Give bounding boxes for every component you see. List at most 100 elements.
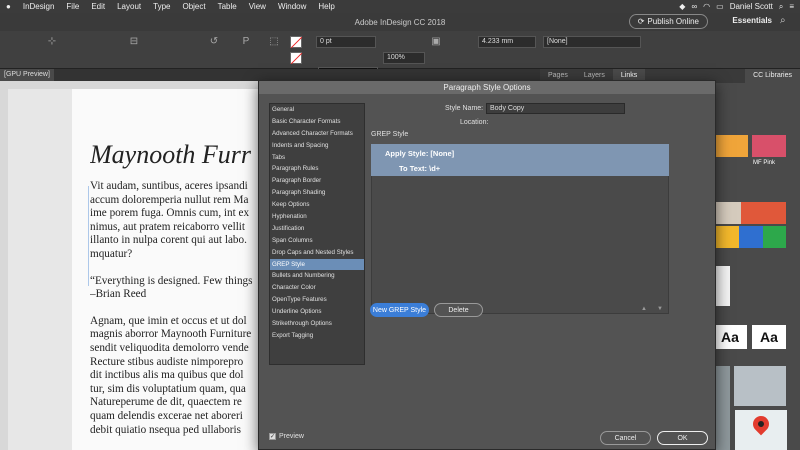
image-thumbnail[interactable] bbox=[734, 366, 786, 406]
app-title: Adobe InDesign CC 2018 bbox=[354, 17, 446, 27]
nav-span-columns[interactable]: Span Columns bbox=[270, 235, 364, 247]
page-heading: Maynooth Furr bbox=[90, 140, 252, 169]
publish-online-button[interactable]: ⟳ Publish Online bbox=[628, 14, 708, 29]
map-pin-icon bbox=[749, 412, 773, 436]
app-title-bar: Adobe InDesign CC 2018 ⟳ Publish Online … bbox=[0, 13, 800, 31]
char-style-aa-2[interactable]: Aa bbox=[752, 325, 786, 349]
nav-paragraph-rules[interactable]: Paragraph Rules bbox=[270, 163, 364, 175]
body-line: Agnam, que imin et occus et ut dol bbox=[90, 314, 247, 327]
char-style-aa-1[interactable]: Aa bbox=[713, 325, 747, 349]
nav-tabs[interactable]: Tabs bbox=[270, 152, 364, 164]
grep-apply-style[interactable]: Apply Style: [None] bbox=[385, 149, 454, 158]
dropbox-icon[interactable]: ◆ bbox=[679, 2, 685, 11]
nav-underline-options[interactable]: Underline Options bbox=[270, 306, 364, 318]
fitting-icon[interactable]: ▣ bbox=[430, 36, 442, 48]
object-style-dropdown[interactable]: [None] bbox=[543, 36, 641, 48]
menu-view[interactable]: View bbox=[249, 2, 266, 11]
text-frame-edge bbox=[88, 186, 89, 286]
apple-menu-icon[interactable]: ● bbox=[6, 2, 11, 11]
nav-keep-options[interactable]: Keep Options bbox=[270, 199, 364, 211]
body-line: Natureperume de dit, quaectem re bbox=[90, 396, 242, 409]
body-line: tur, sim dis voluptatium quam, qua bbox=[90, 382, 246, 395]
menu-layout[interactable]: Layout bbox=[117, 2, 141, 11]
menu-edit[interactable]: Edit bbox=[91, 2, 105, 11]
menu-window[interactable]: Window bbox=[278, 2, 306, 11]
fill-swatch[interactable] bbox=[290, 36, 302, 48]
nav-export-tagging[interactable]: Export Tagging bbox=[270, 330, 364, 342]
cc-icon[interactable]: ∞ bbox=[691, 2, 697, 11]
map-thumbnail[interactable] bbox=[735, 410, 787, 450]
nav-opentype-features[interactable]: OpenType Features bbox=[270, 294, 364, 306]
text-style-thumbnail[interactable] bbox=[716, 266, 730, 306]
grep-to-text[interactable]: To Text: \d+ bbox=[399, 164, 440, 173]
nav-paragraph-shading[interactable]: Paragraph Shading bbox=[270, 187, 364, 199]
search-icon[interactable]: ⌕ bbox=[779, 2, 783, 12]
swatch-red-orange[interactable] bbox=[741, 202, 786, 224]
preview-checkbox[interactable]: ✓ bbox=[269, 433, 276, 440]
swatch-mf-pink[interactable] bbox=[752, 135, 786, 157]
menu-file[interactable]: File bbox=[66, 2, 79, 11]
ok-button[interactable]: OK bbox=[657, 431, 708, 445]
delete-button[interactable]: Delete bbox=[434, 303, 483, 317]
nav-bullets-and-numbering[interactable]: Bullets and Numbering bbox=[270, 270, 364, 282]
body-line: Recture stibus audiste nimporepro bbox=[90, 355, 244, 368]
swatch-label: MF Pink bbox=[753, 160, 776, 166]
wifi-icon[interactable]: ◠ bbox=[703, 2, 710, 11]
nav-character-color[interactable]: Character Color bbox=[270, 282, 364, 294]
nav-paragraph-border[interactable]: Paragraph Border bbox=[270, 175, 364, 187]
workspace-switcher[interactable]: Essentials bbox=[732, 16, 772, 25]
style-name-label: Style Name: bbox=[445, 105, 484, 112]
body-line: accum doloremperia nullut rem Ma bbox=[90, 193, 249, 206]
app-search-icon[interactable]: ⌕ bbox=[780, 15, 794, 29]
nav-hyphenation[interactable]: Hyphenation bbox=[270, 211, 364, 223]
tab-cc-libraries[interactable]: CC Libraries bbox=[745, 69, 800, 83]
menu-help[interactable]: Help bbox=[318, 2, 334, 11]
stroke-weight-field[interactable]: 0 pt bbox=[316, 36, 376, 48]
menu-indesign[interactable]: InDesign bbox=[23, 2, 55, 11]
nav-basic-character-formats[interactable]: Basic Character Formats bbox=[270, 116, 364, 128]
swatch-yellow[interactable] bbox=[716, 226, 739, 248]
menu-table[interactable]: Table bbox=[218, 2, 237, 11]
battery-icon[interactable]: ▭ bbox=[716, 2, 724, 11]
body-line: Vit audam, suntibus, aceres ipsandi bbox=[90, 180, 248, 192]
user-name[interactable]: Daniel Scott bbox=[730, 2, 773, 11]
rotate-icon[interactable]: ↺ bbox=[208, 36, 220, 48]
image-thumbnail[interactable] bbox=[716, 366, 730, 450]
style-name-input[interactable]: Body Copy bbox=[486, 103, 625, 114]
body-line: quam delendis excerae net aboreri bbox=[90, 409, 243, 422]
menu-object[interactable]: Object bbox=[182, 2, 205, 11]
cancel-button[interactable]: Cancel bbox=[600, 431, 651, 445]
body-line: nimus, aut pratem reicaborro vellit bbox=[90, 220, 246, 233]
constrain-proportions-icon[interactable]: ⊟ bbox=[128, 36, 140, 48]
vertical-ruler[interactable] bbox=[0, 89, 8, 450]
dialog-category-list: General Basic Character Formats Advanced… bbox=[269, 103, 365, 365]
nav-drop-caps[interactable]: Drop Caps and Nested Styles bbox=[270, 247, 364, 259]
opacity-field[interactable]: 100% bbox=[383, 52, 425, 64]
flip-icon[interactable]: P bbox=[240, 36, 252, 48]
reorder-arrows-icon[interactable]: ▲ ▼ bbox=[641, 306, 663, 312]
menu-list-icon[interactable]: ≡ bbox=[789, 2, 794, 11]
nav-justification[interactable]: Justification bbox=[270, 223, 364, 235]
swatch-beige[interactable] bbox=[716, 202, 741, 224]
swatch-blue[interactable] bbox=[739, 226, 763, 248]
nav-advanced-character-formats[interactable]: Advanced Character Formats bbox=[270, 128, 364, 140]
swatch-green[interactable] bbox=[763, 226, 786, 248]
reference-point-icon[interactable]: ⊹ bbox=[46, 36, 58, 48]
menu-type[interactable]: Type bbox=[153, 2, 170, 11]
page-text-frame[interactable]: Maynooth Furr Vit audam, suntibus, acere… bbox=[90, 140, 265, 437]
nav-indents-and-spacing[interactable]: Indents and Spacing bbox=[270, 140, 364, 152]
document-tab[interactable]: [GPU Preview] bbox=[0, 69, 54, 81]
publish-online-label: Publish Online bbox=[647, 17, 699, 26]
nav-strikethrough-options[interactable]: Strikethrough Options bbox=[270, 318, 364, 330]
swatch-orange[interactable] bbox=[716, 135, 748, 157]
publish-icon: ⟳ bbox=[637, 17, 645, 26]
select-container-icon[interactable]: ⬚ bbox=[268, 36, 280, 48]
nav-grep-style[interactable]: GREP Style bbox=[270, 258, 364, 271]
new-grep-style-button[interactable]: New GREP Style bbox=[370, 303, 429, 317]
dimension-field[interactable]: 4.233 mm bbox=[478, 36, 536, 48]
mac-menu-bar: ● InDesign File Edit Layout Type Object … bbox=[0, 0, 800, 13]
nav-general[interactable]: General bbox=[270, 104, 364, 116]
quote-author: –Brian Reed bbox=[90, 288, 147, 301]
body-line: debit quiatio nsequa ped ullaboris bbox=[90, 423, 241, 436]
stroke-swatch[interactable] bbox=[290, 52, 302, 64]
